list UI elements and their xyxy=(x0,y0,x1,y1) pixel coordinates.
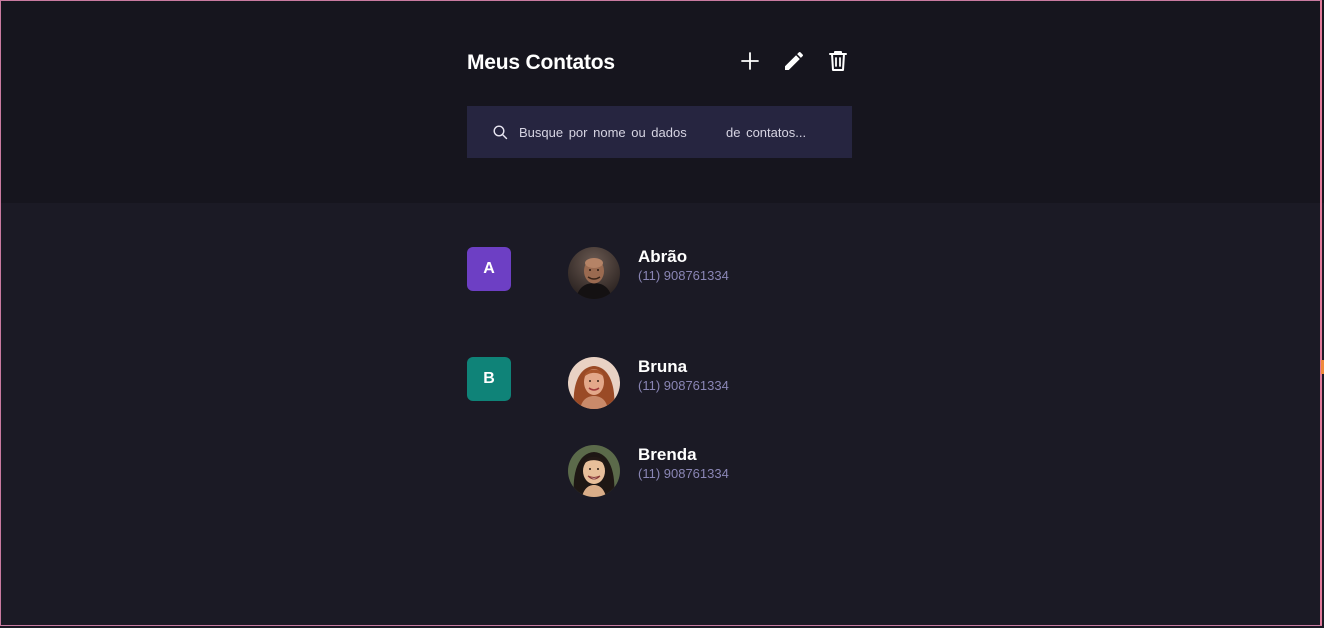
contact-item[interactable]: Bruna (11) 908761334 xyxy=(568,357,848,411)
plus-icon xyxy=(741,52,759,70)
edit-contact-button[interactable] xyxy=(779,46,809,76)
avatar xyxy=(568,445,620,497)
group-letter-a: A xyxy=(467,247,511,291)
contact-phone: (11) 908761334 xyxy=(638,378,729,393)
contact-name: Abrão xyxy=(638,247,688,266)
contact-name: Bruna xyxy=(638,357,688,376)
delete-contact-button[interactable] xyxy=(823,46,853,76)
avatar xyxy=(568,357,620,409)
trash-icon xyxy=(829,51,847,71)
contact-phone: (11) 908761334 xyxy=(638,466,729,481)
add-contact-button[interactable] xyxy=(735,46,765,76)
search-input[interactable] xyxy=(519,106,839,158)
contact-phone: (11) 908761334 xyxy=(638,268,729,283)
contact-name: Brenda xyxy=(638,445,697,464)
avatar xyxy=(568,247,620,299)
contact-item[interactable]: Brenda (11) 908761334 xyxy=(568,445,848,499)
contact-item[interactable]: Abrão (11) 908761334 xyxy=(568,247,848,301)
search-bar xyxy=(467,106,852,158)
search-icon xyxy=(493,125,508,140)
pencil-icon xyxy=(785,51,804,70)
page-title: Meus Contatos xyxy=(467,51,615,74)
page-header: Meus Contatos xyxy=(0,0,1324,203)
group-letter-b: B xyxy=(467,357,511,401)
